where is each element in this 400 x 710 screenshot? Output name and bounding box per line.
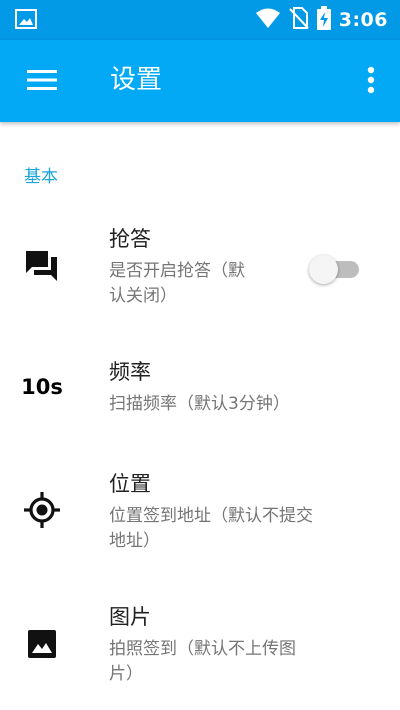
app-bar: 设置 <box>0 40 400 122</box>
setting-summary: 地址） <box>109 531 160 551</box>
image-icon <box>22 624 62 664</box>
setting-row-image[interactable]: 图片 拍照签到（默认不上传图 片） <box>0 595 400 695</box>
quick-answer-toggle[interactable] <box>309 255 361 284</box>
section-header: 基本 <box>24 167 58 187</box>
frequency-10s-icon: 10s <box>21 375 63 399</box>
setting-summary: 认关闭） <box>109 286 177 306</box>
setting-title: 图片 <box>109 605 151 629</box>
hamburger-menu-icon[interactable] <box>14 57 70 103</box>
question-answer-icon <box>22 246 62 286</box>
setting-summary: 片） <box>109 664 143 684</box>
status-time: 3:06 <box>338 9 388 31</box>
setting-summary: 位置签到地址（默认不提交 <box>109 506 313 526</box>
setting-title: 位置 <box>109 472 151 496</box>
wifi-icon <box>255 7 281 33</box>
setting-summary: 拍照签到（默认不上传图 <box>109 639 296 659</box>
setting-summary: 扫描频率（默认3分钟） <box>109 394 290 414</box>
setting-title: 抢答 <box>109 227 151 251</box>
setting-row-location[interactable]: 位置 位置签到地址（默认不提交 地址） <box>0 462 400 562</box>
toggle-thumb <box>309 255 338 284</box>
my-location-icon <box>22 490 62 530</box>
page-title: 设置 <box>110 65 163 95</box>
setting-summary: 是否开启抢答（默 <box>109 261 245 281</box>
status-bar: 3:06 <box>0 0 400 40</box>
battery-charging-icon <box>316 6 331 34</box>
no-sim-icon <box>289 7 309 33</box>
more-vert-icon[interactable] <box>356 57 386 103</box>
setting-title: 频率 <box>109 360 151 384</box>
setting-row-frequency[interactable]: 10s 频率 扫描频率（默认3分钟） <box>0 350 400 430</box>
image-notification-icon <box>15 9 37 29</box>
